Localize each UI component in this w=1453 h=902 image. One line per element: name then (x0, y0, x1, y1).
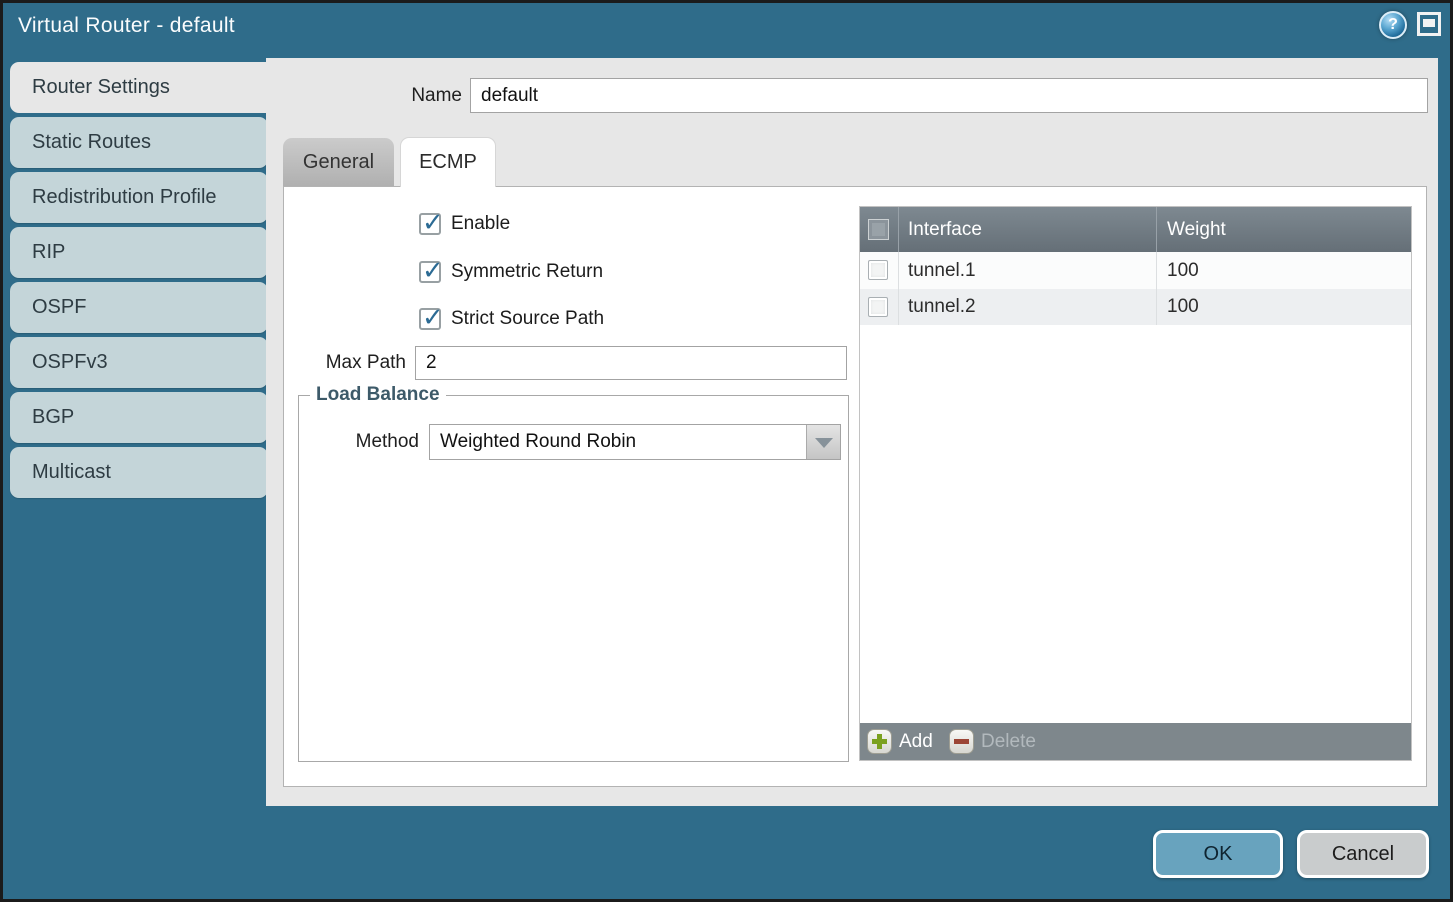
minus-icon (949, 729, 974, 754)
plus-icon (867, 729, 892, 754)
tab-ecmp[interactable]: ECMP (400, 137, 496, 187)
symmetric-return-checkbox[interactable]: ✓ (419, 261, 441, 283)
check-icon: ✓ (422, 207, 444, 238)
help-icon[interactable]: ? (1379, 11, 1407, 39)
sidebar-item-static-routes[interactable]: Static Routes (10, 117, 268, 168)
sidebar: Router Settings Static Routes Redistribu… (10, 62, 270, 502)
name-input[interactable] (470, 78, 1428, 113)
table-toolbar: Add Delete (860, 723, 1411, 760)
method-label: Method (305, 424, 419, 460)
check-icon: ✓ (422, 302, 444, 333)
max-path-label: Max Path (302, 346, 406, 380)
column-divider (898, 207, 899, 252)
method-dropdown[interactable]: Weighted Round Robin (429, 424, 841, 460)
cell-weight: 100 (1167, 289, 1199, 325)
window-restore-icon[interactable] (1417, 12, 1441, 36)
column-divider (898, 252, 899, 289)
column-divider (1156, 252, 1157, 289)
enable-checkbox[interactable]: ✓ (419, 213, 441, 235)
chevron-down-icon[interactable] (806, 425, 840, 459)
sidebar-item-multicast[interactable]: Multicast (10, 447, 268, 498)
cell-interface: tunnel.1 (908, 252, 976, 289)
load-balance-legend: Load Balance (310, 382, 446, 408)
dialog-title: Virtual Router - default (18, 14, 235, 38)
column-header-weight: Weight (1167, 207, 1226, 252)
select-all-checkbox[interactable] (868, 219, 889, 240)
row-checkbox[interactable] (868, 260, 888, 280)
table-row[interactable]: tunnel.1 100 (860, 252, 1411, 289)
add-button-label: Add (899, 723, 933, 760)
delete-button-label: Delete (981, 723, 1036, 760)
interface-table-header: Interface Weight (860, 207, 1411, 252)
cancel-button[interactable]: Cancel (1297, 830, 1429, 878)
max-path-input[interactable] (415, 346, 847, 380)
column-header-interface: Interface (908, 207, 982, 252)
row-checkbox[interactable] (868, 297, 888, 317)
strict-source-path-label: Strict Source Path (451, 307, 604, 331)
ok-button[interactable]: OK (1153, 830, 1283, 878)
cell-interface: tunnel.2 (908, 289, 976, 325)
interface-table: Interface Weight tunnel.1 100 tunnel.2 (859, 206, 1412, 761)
table-row[interactable]: tunnel.2 100 (860, 289, 1411, 325)
strict-source-path-checkbox[interactable]: ✓ (419, 308, 441, 330)
symmetric-return-label: Symmetric Return (451, 260, 603, 284)
method-dropdown-value: Weighted Round Robin (440, 425, 636, 459)
ecmp-tab-panel: ✓ Enable ✓ Symmetric Return ✓ Strict Sou… (283, 186, 1427, 787)
cell-weight: 100 (1167, 252, 1199, 289)
sidebar-item-redistribution-profile[interactable]: Redistribution Profile (10, 172, 268, 223)
sidebar-item-ospf[interactable]: OSPF (10, 282, 268, 333)
content-panel: Name General ECMP ✓ Enable ✓ Symmetric R… (266, 58, 1438, 806)
delete-button[interactable]: Delete (949, 723, 1044, 760)
enable-label: Enable (451, 212, 510, 236)
column-divider (1156, 207, 1157, 252)
add-button[interactable]: Add (867, 723, 942, 760)
sidebar-item-bgp[interactable]: BGP (10, 392, 268, 443)
column-divider (898, 289, 899, 325)
sidebar-item-router-settings[interactable]: Router Settings (10, 62, 270, 113)
sidebar-item-rip[interactable]: RIP (10, 227, 268, 278)
check-icon: ✓ (422, 255, 444, 286)
sidebar-item-ospfv3[interactable]: OSPFv3 (10, 337, 268, 388)
virtual-router-dialog: Virtual Router - default ? Router Settin… (0, 0, 1453, 902)
tab-general[interactable]: General (283, 138, 394, 186)
column-divider (1156, 289, 1157, 325)
name-label: Name (362, 78, 462, 113)
load-balance-group: Load Balance Method Weighted Round Robin (298, 395, 849, 762)
